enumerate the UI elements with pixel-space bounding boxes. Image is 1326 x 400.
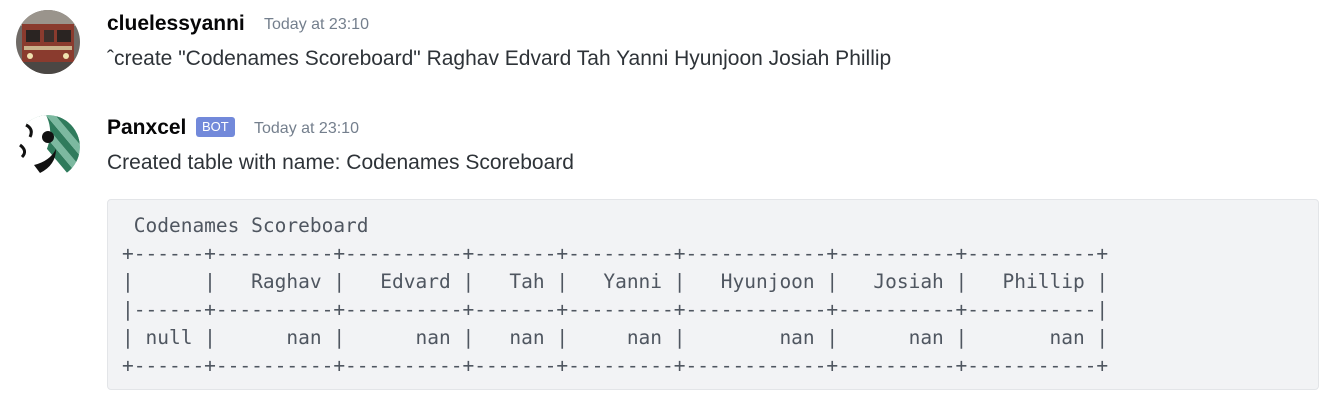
message-text: Created table with name: Codenames Score… [107, 151, 574, 174]
bot-badge: BOT [196, 117, 235, 137]
code-block-text: Codenames Scoreboard +------+----------+… [122, 214, 1109, 377]
message-timestamp[interactable]: Today at 23:10 [254, 120, 359, 138]
message-2: Panxcel BOT Today at 23:10 Created table… [0, 0, 1326, 400]
bot-stripes-avatar [16, 115, 80, 179]
bot-avatar[interactable] [16, 115, 80, 179]
code-block: Codenames Scoreboard +------+----------+… [107, 199, 1319, 390]
author-name[interactable]: Panxcel [107, 116, 186, 140]
